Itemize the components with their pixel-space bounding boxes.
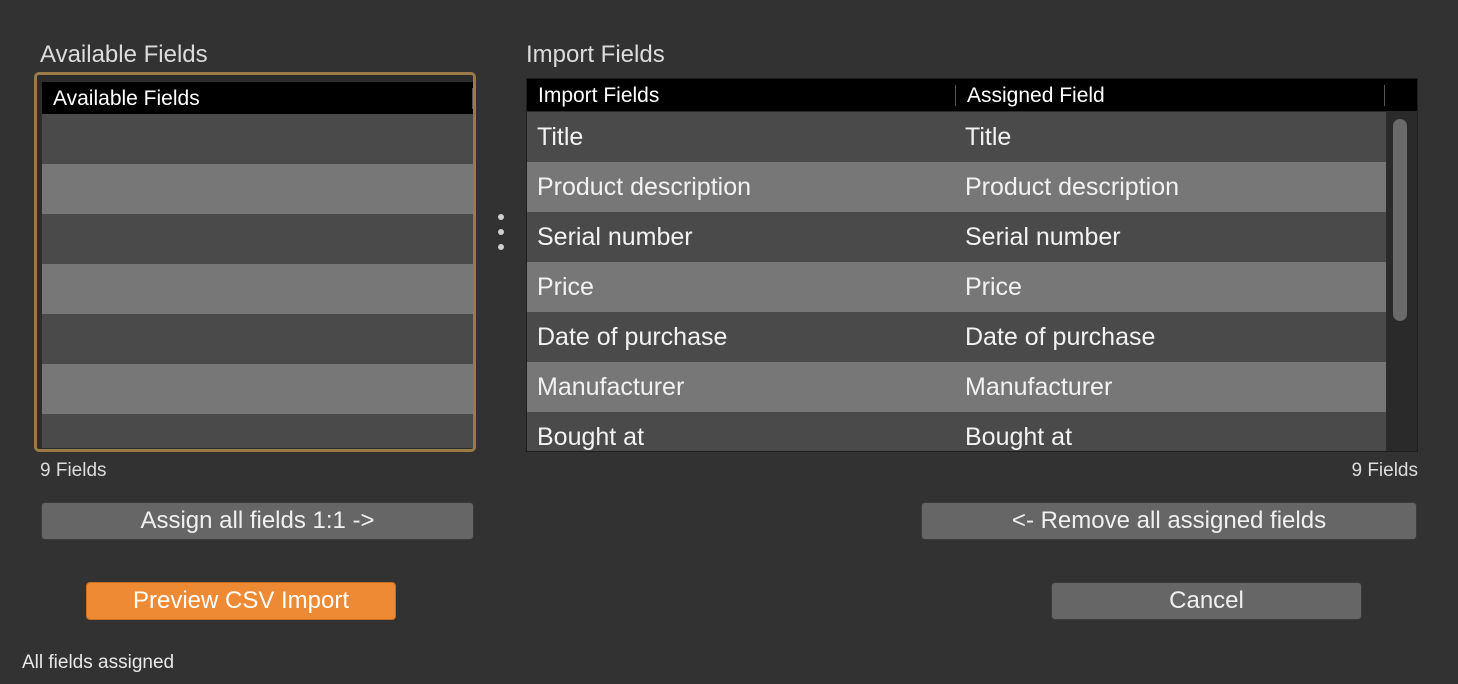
preview-csv-import-button[interactable]: Preview CSV Import xyxy=(86,582,396,620)
table-row[interactable]: Price Price xyxy=(527,262,1386,312)
table-row[interactable]: Product description Product description xyxy=(527,162,1386,212)
table-row[interactable]: Date of purchase Date of purchase xyxy=(527,312,1386,362)
assigned-field-cell: Manufacturer xyxy=(965,373,1113,401)
splitter-handle[interactable] xyxy=(497,214,505,254)
import-fields-count: 9 Fields xyxy=(1351,460,1418,481)
import-field-cell: Date of purchase xyxy=(537,323,728,351)
remove-all-assigned-button[interactable]: <- Remove all assigned fields xyxy=(921,502,1417,540)
list-item[interactable] xyxy=(42,114,473,164)
import-field-cell: Title xyxy=(537,123,584,151)
import-fields-header: Import Fields Assigned Field xyxy=(527,79,1417,111)
import-field-cell: Price xyxy=(537,273,594,301)
import-field-cell: Bought at xyxy=(537,423,645,451)
list-item[interactable] xyxy=(42,164,473,214)
column-header-import-fields[interactable]: Import Fields xyxy=(527,79,955,111)
assigned-field-cell: Product description xyxy=(965,173,1180,201)
table-row[interactable]: Bought at Bought at xyxy=(527,412,1386,451)
assigned-field-cell: Title xyxy=(965,123,1012,151)
assign-all-fields-button[interactable]: Assign all fields 1:1 -> xyxy=(41,502,474,540)
column-header-assigned-field[interactable]: Assigned Field xyxy=(956,79,1384,111)
assigned-field-cell: Bought at xyxy=(965,423,1073,451)
assigned-field-cell: Date of purchase xyxy=(965,323,1156,351)
table-row[interactable]: Manufacturer Manufacturer xyxy=(527,362,1386,412)
list-item[interactable] xyxy=(42,214,473,264)
import-field-cell: Manufacturer xyxy=(537,373,685,401)
column-header-available-fields[interactable]: Available Fields xyxy=(42,82,472,114)
import-fields-title: Import Fields xyxy=(526,41,665,68)
assigned-field-cell: Serial number xyxy=(965,223,1121,251)
available-fields-list[interactable]: Available Fields xyxy=(34,72,476,452)
table-row[interactable]: Serial number Serial number xyxy=(527,212,1386,262)
list-item[interactable] xyxy=(42,414,473,448)
scrollbar-thumb[interactable] xyxy=(1393,119,1407,321)
csv-import-dialog: Available Fields Available Fields 9 Fiel… xyxy=(0,0,1458,684)
list-item[interactable] xyxy=(42,364,473,414)
cancel-button[interactable]: Cancel xyxy=(1051,582,1362,620)
list-item[interactable] xyxy=(42,264,473,314)
import-fields-table[interactable]: Import Fields Assigned Field Title Title P… xyxy=(526,78,1418,452)
assigned-field-cell: Price xyxy=(965,273,1022,301)
column-separator xyxy=(472,88,473,109)
status-text: All fields assigned xyxy=(22,652,175,673)
import-field-cell: Product description xyxy=(537,173,752,201)
column-separator xyxy=(1384,85,1385,106)
available-fields-count: 9 Fields xyxy=(40,460,107,481)
list-item[interactable] xyxy=(42,314,473,364)
available-fields-title: Available Fields xyxy=(40,41,208,68)
available-fields-header: Available Fields xyxy=(42,82,473,114)
table-row[interactable]: Title Title xyxy=(527,112,1386,162)
import-field-cell: Serial number xyxy=(537,223,693,251)
